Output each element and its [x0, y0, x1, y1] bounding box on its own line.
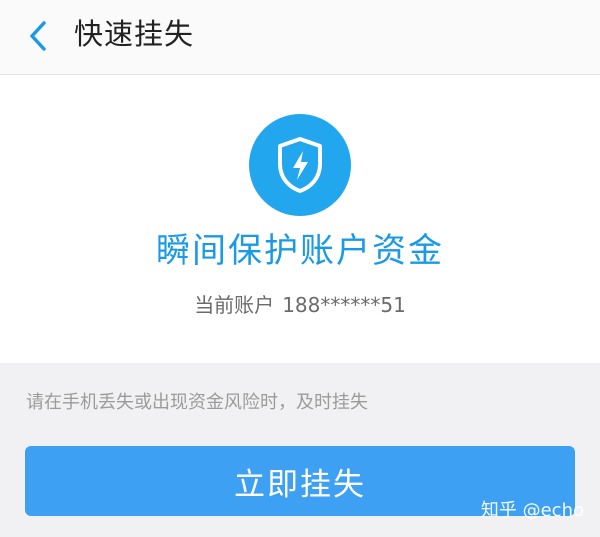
shield-lightning-icon: [278, 137, 322, 193]
current-account: 当前账户 188******51: [0, 291, 600, 319]
protection-card: 瞬间保护账户资金 当前账户 188******51: [0, 75, 600, 363]
account-label: 当前账户: [194, 293, 275, 317]
hint-text: 请在手机丢失或出现资金风险时，及时挂失: [26, 392, 368, 413]
page: 快速挂失 瞬间保护账户资金 当前账户 188******51 请在手机丢失或出现资…: [0, 0, 600, 537]
page-title: 快速挂失: [74, 17, 195, 51]
watermark: 知乎 @echo: [480, 500, 584, 521]
account-number: 188******51: [282, 293, 406, 317]
shield-badge: [249, 114, 351, 216]
back-button[interactable]: [20, 16, 56, 56]
navigation-bar: 快速挂失: [0, 0, 600, 75]
chevron-left-icon: [30, 21, 46, 51]
hero-title: 瞬间保护账户资金: [156, 231, 444, 271]
